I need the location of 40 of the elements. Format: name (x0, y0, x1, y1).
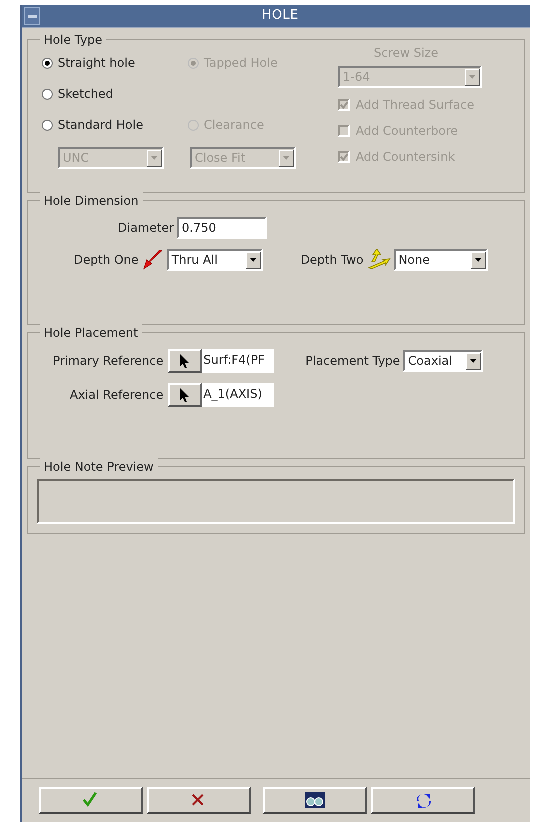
radio-button[interactable]: Straight hole (42, 54, 136, 72)
diameter-field[interactable]: 0.750 (177, 217, 268, 239)
pointer-icon (180, 388, 190, 402)
caret-icon (151, 156, 158, 160)
minus-icon (28, 14, 36, 18)
caret-icon (470, 359, 478, 363)
caret-icon (250, 258, 257, 262)
glasses-icon (305, 792, 325, 809)
repaint-button[interactable] (371, 787, 475, 814)
depth-dropdown[interactable]: Thru All (166, 249, 263, 271)
ok-button[interactable] (39, 787, 143, 814)
window-menu-button[interactable] (24, 7, 40, 25)
field-label: Primary Reference (53, 353, 164, 370)
caret-icon (474, 258, 482, 262)
double-arrow-icon (366, 249, 391, 271)
select-button[interactable] (168, 383, 202, 407)
refresh-icon (414, 792, 432, 809)
field-label: Depth Two (300, 252, 364, 269)
caret-icon (283, 156, 290, 160)
screw-size-label: Screw Size (374, 45, 440, 62)
radio-button[interactable]: Sketched (42, 85, 114, 103)
arrow-icon (142, 250, 163, 270)
placement-type-dropdown[interactable]: Coaxial (403, 350, 484, 372)
depth-dropdown[interactable]: None (394, 249, 488, 271)
reference-field[interactable]: Surf:F4(PF (202, 349, 274, 373)
select-button[interactable] (168, 349, 202, 373)
field-label: Placement Type (306, 353, 400, 370)
pointer-icon (180, 354, 190, 368)
field-label: Depth One (74, 252, 139, 269)
reference-field[interactable]: A_1(AXIS) (202, 383, 274, 407)
window-title: HOLE (262, 7, 299, 26)
preview-button[interactable] (263, 787, 367, 814)
field-label: Axial Reference (70, 387, 164, 404)
checkmark-icon (340, 153, 348, 161)
cancel-button[interactable] (147, 787, 251, 814)
checkmark-icon (340, 101, 348, 109)
field-label: Diameter (118, 220, 174, 237)
caret-icon (469, 75, 476, 79)
check-icon (82, 792, 100, 809)
radio-button[interactable]: Standard Hole (42, 116, 144, 134)
